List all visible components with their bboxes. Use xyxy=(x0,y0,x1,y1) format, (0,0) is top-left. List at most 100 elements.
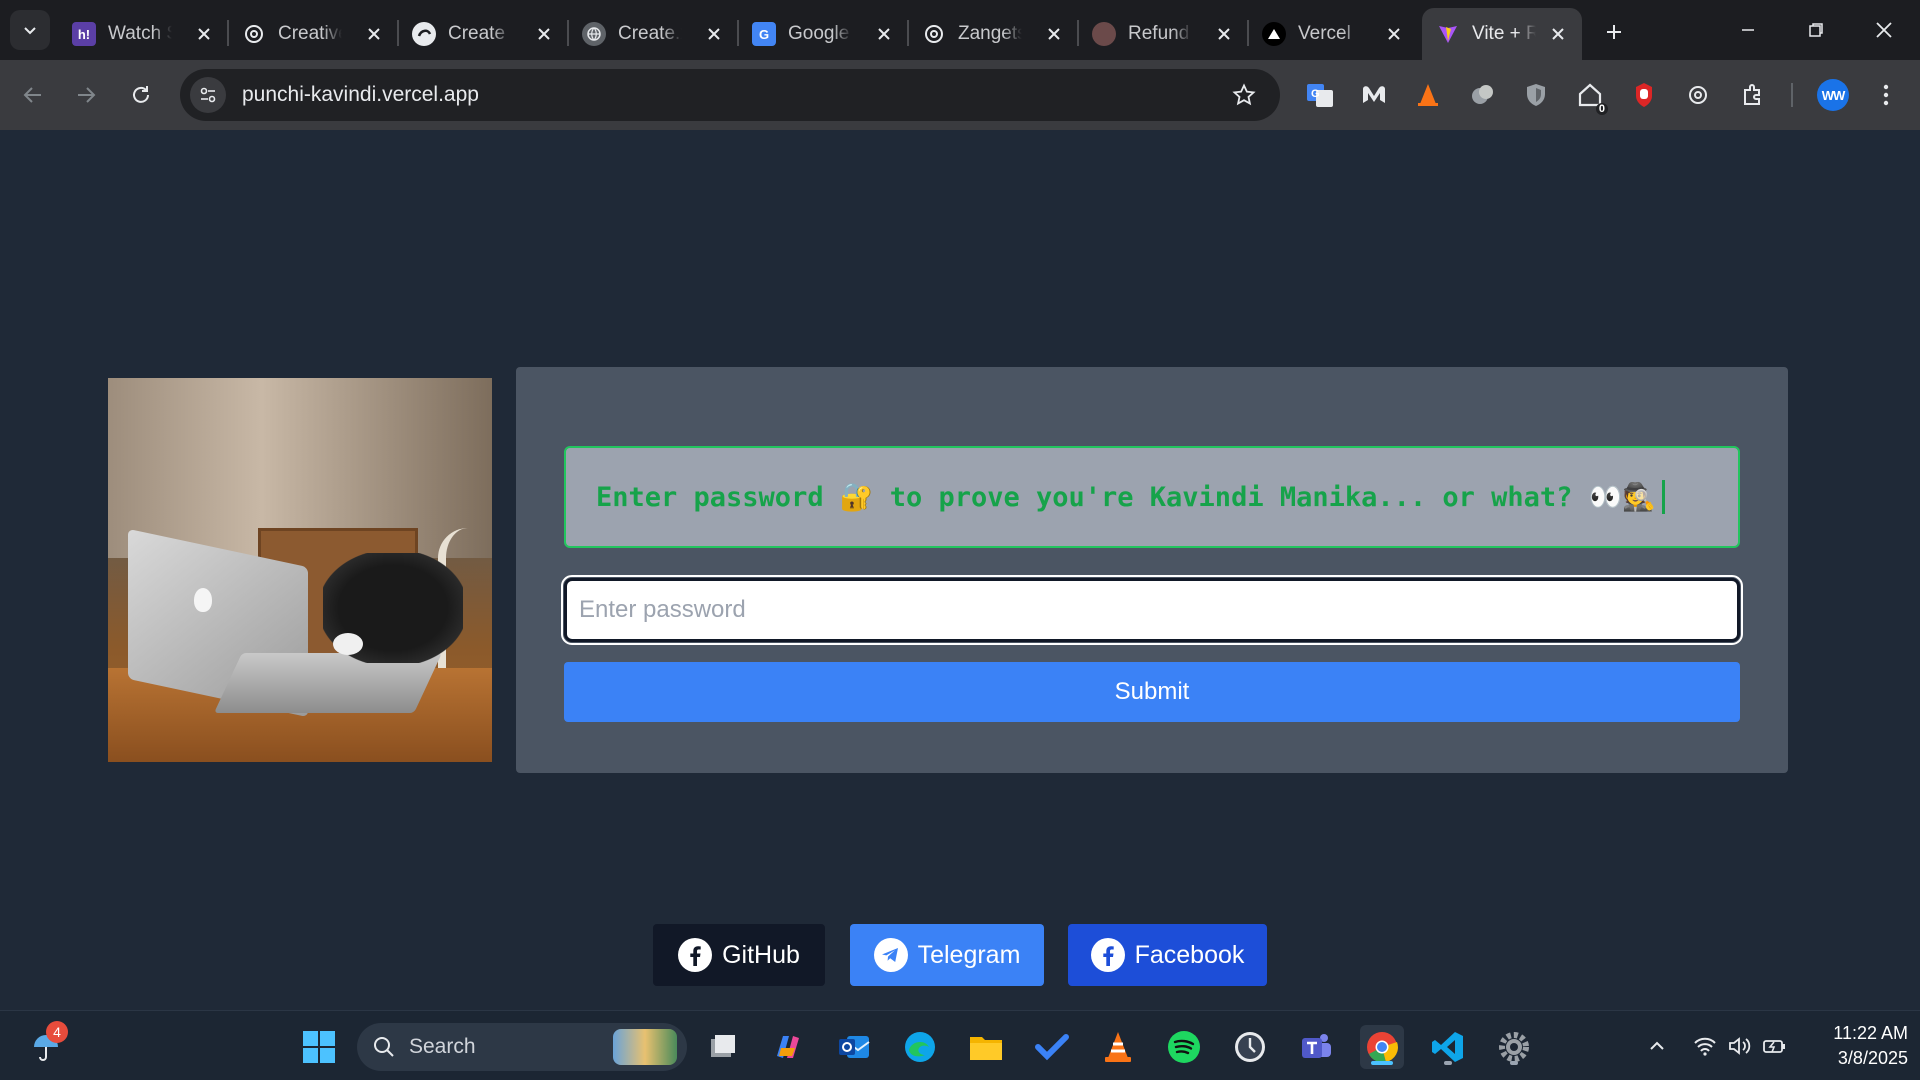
google-translate-icon: G xyxy=(752,22,776,46)
vlc-app[interactable] xyxy=(1096,1025,1140,1069)
clock-app[interactable] xyxy=(1228,1025,1272,1069)
shield-icon xyxy=(1527,84,1545,106)
tab-title: Watch S xyxy=(108,23,172,44)
apple-logo-icon xyxy=(194,588,212,612)
github-button[interactable]: GitHub xyxy=(653,924,825,986)
tab-vercel[interactable]: Vercel xyxy=(1248,8,1418,60)
close-icon[interactable] xyxy=(1042,22,1066,46)
profile-avatar[interactable]: WW xyxy=(1817,79,1849,111)
close-icon[interactable] xyxy=(702,22,726,46)
cat-laptop-gif xyxy=(108,378,492,762)
malwarebytes-icon xyxy=(1363,86,1385,103)
back-button[interactable] xyxy=(12,74,54,116)
outlook-app[interactable] xyxy=(832,1025,876,1069)
cookie-extension[interactable] xyxy=(1464,77,1500,113)
telegram-button[interactable]: Telegram xyxy=(850,924,1044,986)
tab-title: Zangets xyxy=(958,23,1022,44)
settings-app[interactable] xyxy=(1492,1025,1536,1069)
tab-create[interactable]: Create xyxy=(398,8,569,60)
close-icon[interactable] xyxy=(532,22,556,46)
tab-refund[interactable]: Refund xyxy=(1078,8,1249,60)
system-clock[interactable]: 11:22 AM 3/8/2025 xyxy=(1808,1021,1908,1071)
chevron-up-icon xyxy=(1650,1041,1664,1050)
close-icon[interactable] xyxy=(1382,22,1406,46)
spotify-app[interactable] xyxy=(1162,1025,1206,1069)
address-bar[interactable]: punchi-kavindi.vercel.app xyxy=(180,69,1280,121)
cone-icon xyxy=(1418,84,1438,106)
folder-icon xyxy=(970,1037,1002,1060)
password-card: Enter password 🔐 to prove you're Kavindi… xyxy=(516,367,1788,773)
chrome-app[interactable] xyxy=(1360,1025,1404,1069)
tab-title: Create.x xyxy=(618,23,682,44)
browser-menu-button[interactable] xyxy=(1868,77,1904,113)
close-icon[interactable] xyxy=(1212,22,1236,46)
volume-status[interactable] xyxy=(1726,1033,1752,1059)
start-button[interactable] xyxy=(297,1025,341,1069)
tab-google[interactable]: G Google xyxy=(738,8,909,60)
hianime-icon: h! xyxy=(72,22,96,46)
tab-title: Creative xyxy=(278,23,342,44)
shield-extension[interactable] xyxy=(1518,77,1554,113)
home-extension[interactable]: 0 xyxy=(1572,77,1608,115)
file-explorer-app[interactable] xyxy=(964,1025,1008,1069)
close-icon[interactable] xyxy=(1546,22,1570,46)
google-translate-extension[interactable]: G xyxy=(1302,77,1338,113)
show-hidden-icons-button[interactable] xyxy=(1644,1033,1670,1059)
tab-vite[interactable]: Vite + R xyxy=(1422,8,1582,60)
malwarebytes-extension[interactable] xyxy=(1356,77,1392,113)
extensions-menu-button[interactable] xyxy=(1736,77,1772,113)
tab-title: Vite + R xyxy=(1472,23,1536,44)
search-icon xyxy=(374,1037,394,1057)
reload-button[interactable] xyxy=(120,74,162,116)
new-tab-button[interactable] xyxy=(1596,14,1632,50)
puzzle-icon xyxy=(1744,84,1760,105)
tab-watch[interactable]: h! Watch S xyxy=(58,8,229,60)
typewriter-prompt: Enter password 🔐 to prove you're Kavindi… xyxy=(564,446,1740,548)
search-highlight-image xyxy=(613,1029,677,1065)
close-window-button[interactable] xyxy=(1854,10,1914,50)
facebook-button[interactable]: Facebook xyxy=(1068,924,1267,986)
forward-button[interactable] xyxy=(65,74,107,116)
vlc-extension[interactable] xyxy=(1410,77,1446,113)
close-icon[interactable] xyxy=(362,22,386,46)
edge-app[interactable] xyxy=(898,1025,942,1069)
chatgpt-icon xyxy=(922,22,946,46)
close-icon[interactable] xyxy=(192,22,216,46)
globe-icon xyxy=(582,22,606,46)
vscode-app[interactable] xyxy=(1426,1025,1470,1069)
hand-stop-extension[interactable] xyxy=(1626,77,1662,113)
todo-app[interactable] xyxy=(1030,1025,1074,1069)
restore-button[interactable] xyxy=(1786,10,1846,50)
url-text[interactable]: punchi-kavindi.vercel.app xyxy=(242,83,479,107)
weather-widget[interactable]: 4 xyxy=(24,1021,68,1069)
submit-button[interactable]: Submit xyxy=(564,662,1740,722)
tab-zangets[interactable]: Zangets xyxy=(908,8,1079,60)
task-view-button[interactable] xyxy=(701,1025,745,1069)
tab-create-x[interactable]: Create.x xyxy=(568,8,739,60)
page-content: Enter password 🔐 to prove you're Kavindi… xyxy=(0,130,1920,1010)
close-icon xyxy=(1876,22,1892,38)
site-info-button[interactable] xyxy=(190,77,226,113)
minimize-button[interactable] xyxy=(1718,10,1778,50)
bookmark-button[interactable] xyxy=(1230,81,1258,109)
tab-creative[interactable]: Creative xyxy=(228,8,399,60)
search-label: Search xyxy=(409,1035,476,1058)
tab-title: Vercel xyxy=(1298,23,1351,44)
taskbar-search[interactable]: Search xyxy=(357,1023,687,1071)
svg-text:G: G xyxy=(1311,88,1320,100)
wifi-status[interactable] xyxy=(1692,1033,1718,1059)
minimize-icon xyxy=(1742,29,1754,31)
copilot-app[interactable] xyxy=(766,1025,810,1069)
close-icon[interactable] xyxy=(872,22,896,46)
tab-search-button[interactable] xyxy=(10,10,50,50)
google-translate-icon: G xyxy=(1307,84,1333,107)
teams-app[interactable] xyxy=(1294,1025,1338,1069)
tab-title: Refund xyxy=(1128,23,1190,44)
password-input[interactable] xyxy=(561,575,1743,645)
battery-status[interactable] xyxy=(1762,1033,1788,1059)
chatgpt-extension[interactable] xyxy=(1680,77,1716,113)
browser-tab-strip: h! Watch S Creative Create Create.x G Go… xyxy=(0,0,1920,60)
vlc-cone-icon xyxy=(1105,1032,1131,1062)
star-icon xyxy=(1232,83,1256,106)
chatgpt-icon xyxy=(1689,86,1707,104)
